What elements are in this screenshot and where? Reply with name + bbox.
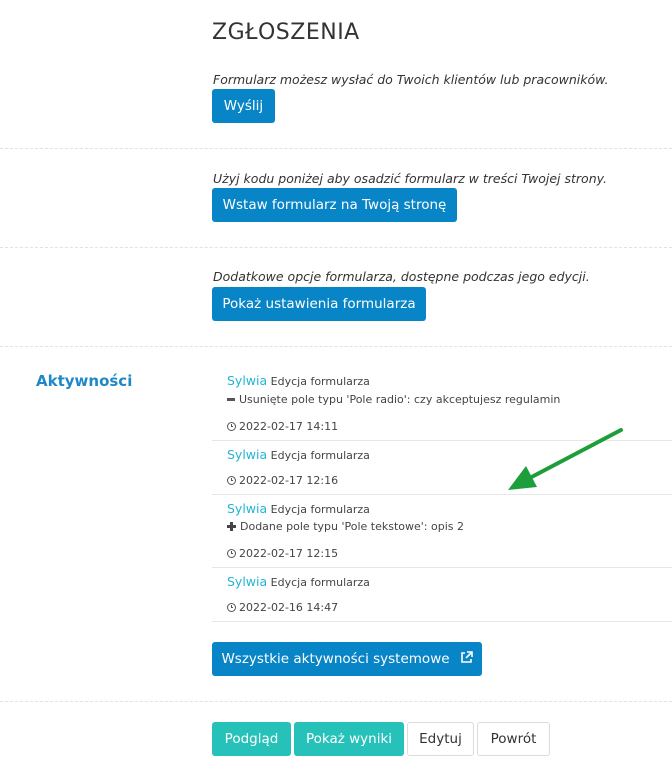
activity-action: Edycja formularza <box>270 375 370 388</box>
send-button[interactable]: Wyślij <box>212 89 275 123</box>
section-divider <box>0 148 672 149</box>
show-results-button[interactable]: Pokaż wyniki <box>294 722 404 756</box>
preview-button[interactable]: Podgląd <box>212 722 291 756</box>
minus-icon <box>227 397 235 401</box>
activity-action: Edycja formularza <box>270 576 370 589</box>
embed-form-button[interactable]: Wstaw formularz na Twoją stronę <box>212 188 457 222</box>
edit-button[interactable]: Edytuj <box>407 722 474 756</box>
clock-icon <box>227 548 236 558</box>
activity-item: Sylwia Edycja formularza 2022-02-16 14:4… <box>212 568 672 622</box>
activity-user-link[interactable]: Sylwia <box>227 373 267 388</box>
activity-user-link[interactable]: Sylwia <box>227 501 267 516</box>
all-activities-button[interactable]: Wszystkie aktywności systemowe <box>212 642 482 676</box>
external-link-icon <box>460 650 473 663</box>
activity-user-link[interactable]: Sylwia <box>227 574 267 589</box>
show-settings-button[interactable]: Pokaż ustawienia formularza <box>212 287 426 321</box>
activity-action: Edycja formularza <box>270 503 370 516</box>
activity-item: Sylwia Edycja formularza Dodane pole typ… <box>212 495 672 568</box>
section-divider <box>0 346 672 347</box>
back-button[interactable]: Powrót <box>477 722 550 756</box>
section-divider <box>0 247 672 248</box>
activity-action: Edycja formularza <box>270 449 370 462</box>
activity-time: 2022-02-16 14:47 <box>239 601 339 614</box>
activity-user-link[interactable]: Sylwia <box>227 447 267 462</box>
activity-detail: Usunięte pole typu 'Pole radio': czy akc… <box>239 393 561 406</box>
clock-icon <box>227 421 236 431</box>
activity-time: 2022-02-17 12:15 <box>239 547 339 560</box>
activity-time: 2022-02-17 14:11 <box>239 420 339 433</box>
send-description: Formularz możesz wysłać do Twoich klient… <box>213 72 609 87</box>
plus-icon <box>227 521 236 531</box>
settings-description: Dodatkowe opcje formularza, dostępne pod… <box>213 269 590 284</box>
clock-icon <box>227 602 236 612</box>
embed-description: Użyj kodu poniżej aby osadzić formularz … <box>213 171 608 186</box>
section-divider <box>0 701 672 702</box>
activities-title: Aktywności <box>36 372 133 390</box>
annotation-arrow-icon <box>508 428 623 490</box>
all-activities-label: Wszystkie aktywności systemowe <box>221 651 450 667</box>
page-title: ZGŁOSZENIA <box>212 20 360 45</box>
activity-time: 2022-02-17 12:16 <box>239 474 339 487</box>
activity-detail: Dodane pole typu 'Pole tekstowe': opis 2 <box>240 520 464 533</box>
clock-icon <box>227 475 236 485</box>
